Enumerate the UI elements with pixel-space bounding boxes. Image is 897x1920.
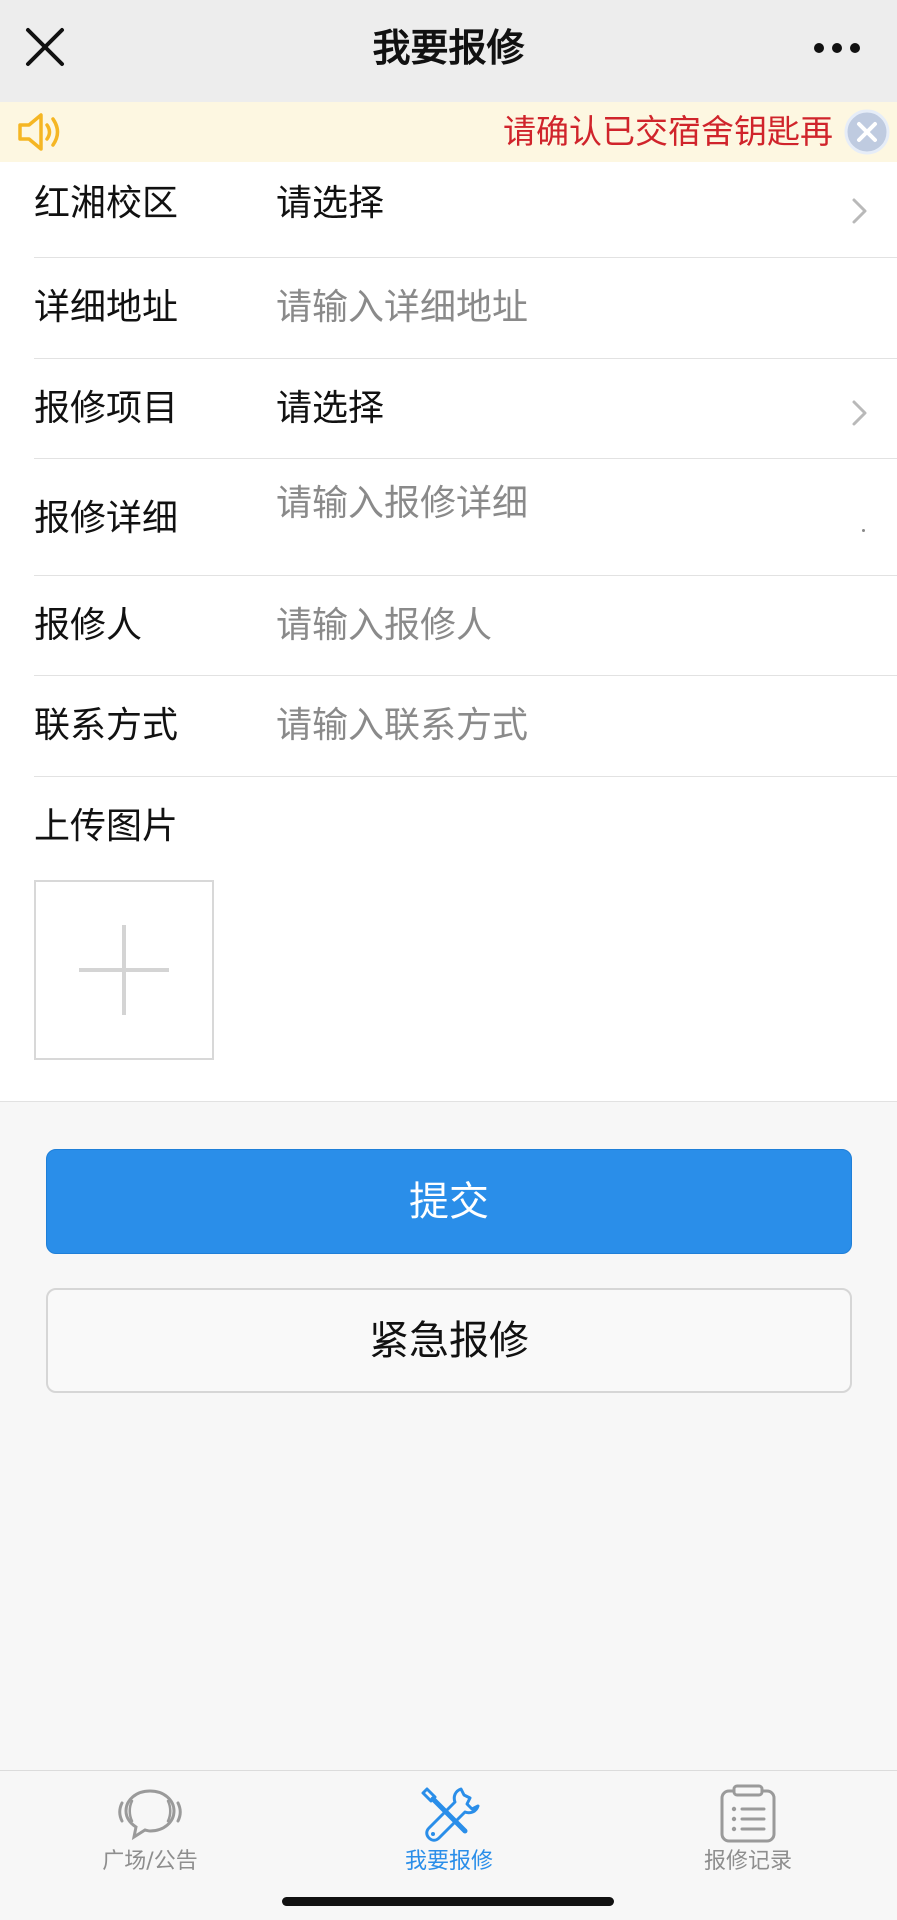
tab-repair-records[interactable]: 报修记录: [648, 1771, 848, 1885]
chevron-right-icon: [852, 400, 867, 426]
reporter-label: 报修人: [34, 605, 143, 646]
detail-label: 报修详细: [34, 498, 179, 539]
notice-text: 请确认已交宿舍钥匙再: [503, 112, 833, 151]
nav-header: 我要报修: [0, 0, 897, 102]
upload-label: 上传图片: [34, 806, 179, 847]
reporter-row: 报修人 请输入报修人: [34, 576, 897, 676]
tab-repair[interactable]: 我要报修: [349, 1771, 549, 1885]
plus-icon: [79, 925, 169, 1015]
address-input[interactable]: 请输入详细地址: [276, 283, 528, 333]
tab-square-announcement[interactable]: 广场/公告: [50, 1771, 250, 1885]
tab-label: 报修记录: [703, 1849, 792, 1874]
urgent-repair-button[interactable]: 紧急报修: [46, 1288, 852, 1393]
clipboard-list-icon: [720, 1784, 776, 1843]
item-row[interactable]: 报修项目 请选择: [34, 359, 897, 459]
reporter-input[interactable]: 请输入报修人: [276, 601, 492, 651]
address-row: 详细地址 请输入详细地址: [34, 258, 897, 359]
contact-input[interactable]: 请输入联系方式: [276, 701, 528, 751]
contact-row: 联系方式 请输入联系方式: [34, 676, 897, 777]
home-indicator: [282, 1897, 614, 1906]
tab-label: 我要报修: [404, 1849, 493, 1874]
more-icon[interactable]: [807, 30, 867, 66]
notice-bar: 请确认已交宿舍钥匙再: [0, 102, 897, 162]
chevron-right-icon: [852, 198, 867, 224]
tab-bar: 广场/公告 我要报修 报修记录: [0, 1770, 897, 1884]
campus-label: 红湘校区: [34, 183, 179, 224]
detail-textarea[interactable]: 请输入报修详细: [276, 479, 528, 529]
detail-row: 报修详细 请输入报修详细: [34, 459, 897, 576]
upload-image-button[interactable]: [34, 880, 214, 1060]
resize-handle: [862, 529, 865, 532]
page-title: 我要报修: [372, 26, 525, 70]
tab-label: 广场/公告: [102, 1849, 198, 1874]
contact-label: 联系方式: [34, 705, 179, 746]
close-circle-icon[interactable]: [843, 108, 891, 156]
item-select[interactable]: 请选择: [276, 384, 384, 434]
item-label: 报修项目: [34, 388, 179, 429]
campus-select[interactable]: 请选择: [276, 179, 384, 229]
address-label: 详细地址: [34, 287, 179, 328]
tools-icon: [421, 1787, 480, 1842]
chat-bubble-icon: [118, 1789, 182, 1841]
repair-form: 红湘校区 请选择 详细地址 请输入详细地址 报修项目 请选择 报修详细 请输入报…: [0, 162, 897, 1102]
speaker-icon: [18, 113, 60, 151]
campus-row[interactable]: 红湘校区 请选择: [34, 162, 897, 258]
submit-button[interactable]: 提交: [46, 1149, 852, 1254]
